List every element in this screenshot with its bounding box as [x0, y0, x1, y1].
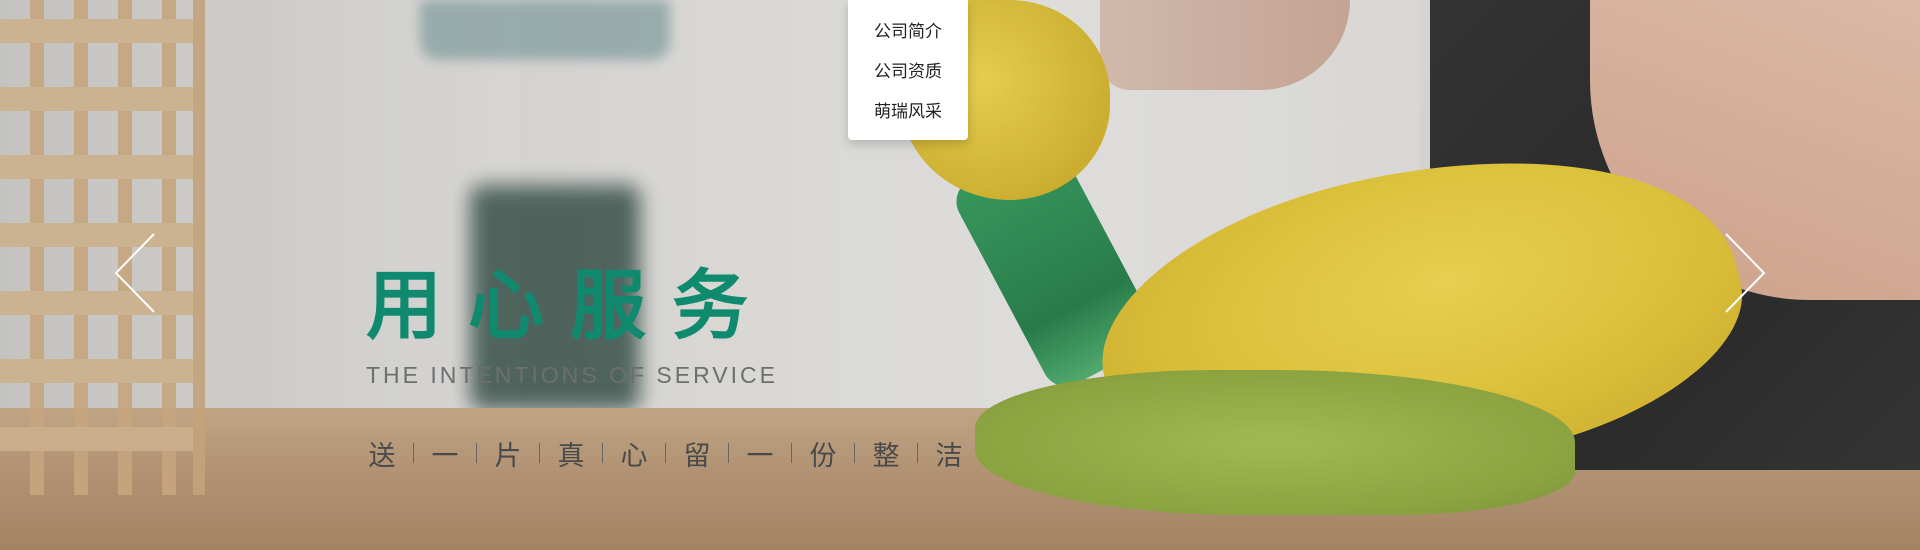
chevron-right-icon: [1725, 233, 1766, 313]
slogan-char: 送: [368, 440, 396, 472]
slogan-char: 留: [683, 440, 711, 472]
banner-subline: THE INTENTIONS OF SERVICE: [366, 362, 778, 388]
slogan-divider: [728, 443, 729, 463]
slogan-divider: [539, 443, 540, 463]
slogan-char: 整: [872, 440, 900, 472]
menu-item-company-profile[interactable]: 公司简介: [848, 12, 968, 52]
slogan-char: 心: [620, 440, 648, 472]
menu-item-company-qualification[interactable]: 公司资质: [848, 52, 968, 92]
slogan-divider: [917, 443, 918, 463]
slogan-char: 洁: [935, 440, 963, 472]
slogan-divider: [791, 443, 792, 463]
about-dropdown-menu: 公司简介 公司资质 萌瑞风采: [848, 0, 968, 140]
slogan-divider: [854, 443, 855, 463]
hero-banner: 用心服务 THE INTENTIONS OF SERVICE 送 一 片 真 心…: [0, 0, 1920, 550]
prev-slide-button[interactable]: [110, 230, 162, 316]
chevron-left-icon: [114, 233, 155, 313]
slogan-divider: [665, 443, 666, 463]
next-slide-button[interactable]: [1718, 230, 1770, 316]
banner-headline: 用心服务: [366, 261, 774, 350]
slogan-char: 片: [494, 440, 522, 472]
slogan-char: 一: [746, 440, 774, 472]
menu-item-company-style[interactable]: 萌瑞风采: [848, 92, 968, 132]
slogan-char: 一: [431, 440, 459, 472]
banner-slogan: 送 一 片 真 心 留 一 份 整 洁: [364, 436, 967, 472]
slogan-char: 份: [809, 440, 837, 472]
slogan-divider: [602, 443, 603, 463]
slogan-divider: [476, 443, 477, 463]
slogan-char: 真: [557, 440, 585, 472]
slogan-divider: [413, 443, 414, 463]
